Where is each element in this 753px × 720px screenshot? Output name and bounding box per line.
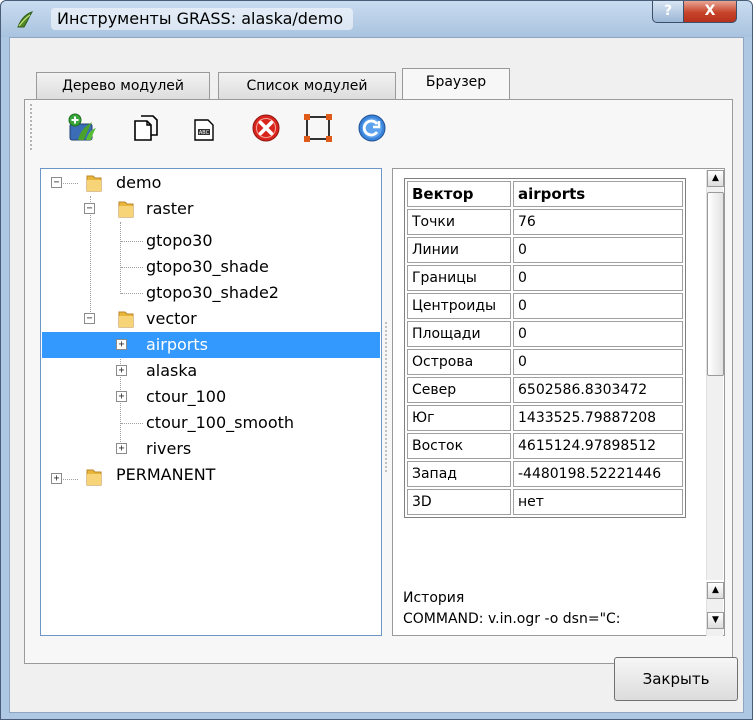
table-cell-key: Линии [407, 237, 511, 263]
folder-icon [86, 175, 102, 192]
history-scrollbar[interactable]: ▲ ▼ [706, 582, 724, 636]
table-cell-value: -4480198.52221446 [513, 461, 683, 487]
tree-line [121, 267, 143, 268]
table-cell-key: Запад [407, 461, 511, 487]
tree-item-ctour-100-smooth[interactable]: ctour_100_smooth [146, 410, 294, 436]
help-button[interactable]: ? [652, 1, 684, 23]
expand-icon[interactable]: + [116, 365, 127, 376]
tree-line [121, 241, 143, 242]
tree-item-alaska[interactable]: alaska [146, 358, 197, 384]
history-command: COMMAND: v.in.ogr -o dsn="C: [403, 611, 621, 627]
splitter-handle[interactable] [385, 322, 388, 472]
table-row: Восток 4615124.97898512 [407, 433, 683, 459]
table-row: Границы 0 [407, 265, 683, 291]
scroll-up-icon[interactable]: ▲ [707, 170, 724, 187]
tab-browser[interactable]: Браузер [402, 68, 510, 99]
refresh-icon[interactable] [356, 112, 388, 144]
layer-info-table: Вектор airports Точки 76 Линии 0 Границы 0 … [404, 178, 686, 518]
scroll-thumb[interactable] [707, 192, 724, 376]
copy-icon[interactable] [130, 112, 162, 144]
info-scrollbar[interactable]: ▲ [706, 170, 724, 580]
history-label: История [403, 590, 465, 606]
folder-icon [118, 201, 134, 218]
expand-icon[interactable]: + [116, 443, 127, 454]
table-cell-value: 0 [513, 237, 683, 263]
table-cell-value: нет [513, 489, 683, 515]
tree-item-permanent[interactable]: PERMANENT [116, 462, 215, 488]
svg-text:ABC: ABC [199, 130, 210, 136]
table-cell-value: 4615124.97898512 [513, 433, 683, 459]
add-layer-icon[interactable] [66, 112, 98, 144]
expand-icon[interactable]: + [51, 473, 62, 484]
tree-item-gtopo30-shade[interactable]: gtopo30_shade [146, 254, 269, 280]
folder-icon [118, 311, 134, 328]
expand-icon[interactable]: + [116, 339, 127, 350]
table-row: Линии 0 [407, 237, 683, 263]
tree-line [121, 423, 143, 424]
table-cell-key: Юг [407, 405, 511, 431]
close-window-button[interactable]: X [683, 1, 737, 23]
table-cell-key: Вектор [407, 181, 511, 207]
tree-item-gtopo30[interactable]: gtopo30 [146, 228, 213, 254]
toolbar-grip[interactable] [30, 104, 34, 150]
table-row: Точки 76 [407, 209, 683, 235]
table-cell-key: Площади [407, 321, 511, 347]
table-row: Запад -4480198.52221446 [407, 461, 683, 487]
table-row: 3D нет [407, 489, 683, 515]
tree-item-gtopo30-shade2[interactable]: gtopo30_shade2 [146, 280, 279, 306]
table-cell-value: 6502586.8303472 [513, 377, 683, 403]
tree-line [90, 196, 91, 316]
table-cell-value: 0 [513, 321, 683, 347]
delete-icon[interactable] [250, 112, 282, 144]
grass-app-icon [17, 11, 34, 28]
table-cell-key: 3D [407, 489, 511, 515]
table-row: Юг 1433525.79887208 [407, 405, 683, 431]
table-cell-value: airports [513, 181, 683, 207]
table-cell-key: Восток [407, 433, 511, 459]
tab-module-list[interactable]: Список модулей [218, 72, 396, 100]
tree-line [121, 293, 143, 294]
tree-item-demo[interactable]: demo [116, 170, 161, 196]
table-row: Центроиды 0 [407, 293, 683, 319]
tree-item-airports[interactable]: airports [42, 332, 380, 358]
collapse-icon[interactable]: − [84, 203, 95, 214]
table-cell-key: Острова [407, 349, 511, 375]
table-row: Площади 0 [407, 321, 683, 347]
collapse-icon[interactable]: − [51, 177, 62, 188]
set-region-icon[interactable] [302, 112, 334, 144]
table-cell-key: Север [407, 377, 511, 403]
table-cell-key: Границы [407, 265, 511, 291]
tree-item-raster[interactable]: raster [146, 196, 193, 222]
tree-item-vector[interactable]: vector [146, 306, 197, 332]
table-cell-value: 0 [513, 265, 683, 291]
title-bar[interactable]: Инструменты GRASS: alaska/demo ? X [1, 1, 752, 37]
table-row: Острова 0 [407, 349, 683, 375]
expand-icon[interactable]: + [116, 391, 127, 402]
scroll-up-icon[interactable]: ▲ [707, 582, 724, 599]
table-header-row: Вектор airports [407, 181, 683, 207]
collapse-icon[interactable]: − [84, 313, 95, 324]
folder-icon [86, 469, 102, 486]
table-cell-value: 1433525.79887208 [513, 405, 683, 431]
window-title: Инструменты GRASS: alaska/demo [51, 8, 354, 30]
scroll-down-icon[interactable]: ▼ [707, 612, 724, 629]
table-cell-key: Точки [407, 209, 511, 235]
rename-icon[interactable]: ABC [188, 112, 220, 144]
table-cell-value: 76 [513, 209, 683, 235]
tree-line [120, 222, 121, 294]
tree-item-ctour-100[interactable]: ctour_100 [146, 384, 226, 410]
table-cell-value: 0 [513, 293, 683, 319]
table-cell-value: 0 [513, 349, 683, 375]
tab-module-tree[interactable]: Дерево модулей [36, 72, 210, 100]
close-button[interactable]: Закрыть [614, 657, 738, 701]
tree-item-rivers[interactable]: rivers [146, 436, 191, 462]
table-row: Север 6502586.8303472 [407, 377, 683, 403]
table-cell-key: Центроиды [407, 293, 511, 319]
